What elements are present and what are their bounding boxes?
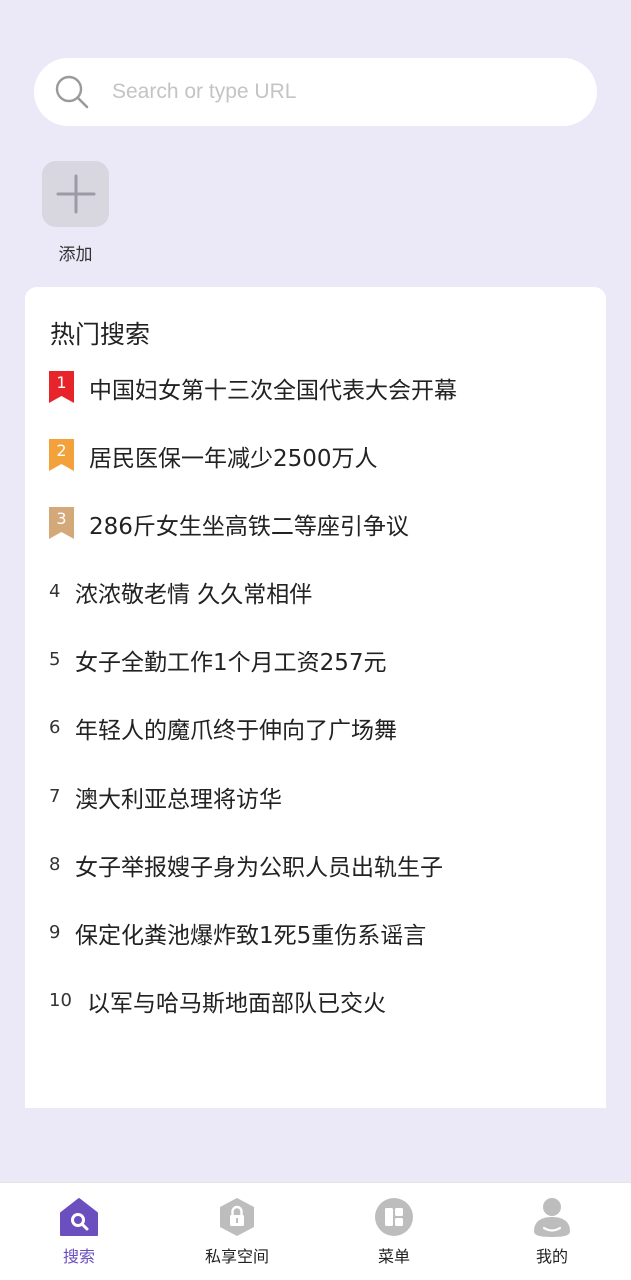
search-input[interactable] bbox=[112, 58, 572, 126]
hot-search-item[interactable]: 3 286斤女生坐高铁二等座引争议 bbox=[25, 503, 606, 547]
nav-search[interactable]: 搜索 bbox=[19, 1183, 139, 1280]
nav-label: 我的 bbox=[535, 1247, 568, 1266]
hot-search-item-text: 女子举报嫂子身为公职人员出轨生子 bbox=[75, 855, 443, 881]
rank-number: 6 bbox=[49, 717, 61, 738]
rank-number: 9 bbox=[49, 922, 61, 943]
search-icon bbox=[55, 75, 89, 109]
nav-me[interactable]: 我的 bbox=[492, 1183, 612, 1280]
nav-menu[interactable]: 菜单 bbox=[334, 1183, 454, 1280]
hot-search-item-text: 居民医保一年减少2500万人 bbox=[89, 446, 378, 472]
rank-badge-2: 2 bbox=[49, 439, 74, 471]
add-shortcut-label: 添加 bbox=[58, 245, 93, 265]
nav-label: 菜单 bbox=[377, 1247, 410, 1266]
hot-search-item[interactable]: 8 女子举报嫂子身为公职人员出轨生子 bbox=[25, 844, 606, 888]
rank-badge-3: 3 bbox=[49, 507, 74, 539]
hot-search-item[interactable]: 4 浓浓敬老情 久久常相伴 bbox=[25, 571, 606, 615]
rank-number: 5 bbox=[49, 649, 61, 670]
hot-search-item-text: 年轻人的魔爪终于伸向了广场舞 bbox=[75, 718, 397, 744]
rank-badge-1: 1 bbox=[49, 371, 74, 403]
rank-number: 4 bbox=[49, 581, 61, 602]
hot-search-item[interactable]: 7 澳大利亚总理将访华 bbox=[25, 776, 606, 820]
hot-search-item-text: 286斤女生坐高铁二等座引争议 bbox=[89, 514, 409, 540]
add-shortcut-button[interactable] bbox=[42, 161, 109, 227]
user-icon bbox=[534, 1198, 570, 1237]
bottom-nav: 搜索 私享空间 菜单 我的 bbox=[0, 1182, 631, 1280]
browser-home: 添加 热门搜索 1 中国妇女第十三次全国代表大会开幕 2 居民医保一年减少250… bbox=[0, 0, 631, 1280]
hot-search-item[interactable]: 2 居民医保一年减少2500万人 bbox=[25, 435, 606, 479]
lock-icon bbox=[220, 1198, 254, 1236]
hot-search-title: 热门搜索 bbox=[50, 320, 151, 349]
nav-label: 私享空间 bbox=[204, 1247, 269, 1266]
nav-label: 搜索 bbox=[62, 1247, 95, 1266]
hot-search-item-text: 保定化粪池爆炸致1死5重伤系谣言 bbox=[75, 923, 427, 949]
hot-search-item[interactable]: 9 保定化粪池爆炸致1死5重伤系谣言 bbox=[25, 912, 606, 956]
search-bar[interactable] bbox=[34, 58, 597, 126]
rank-number: 7 bbox=[49, 786, 61, 807]
hot-search-card: 热门搜索 1 中国妇女第十三次全国代表大会开幕 2 居民医保一年减少2500万人… bbox=[25, 287, 606, 1108]
hot-search-item-text: 以军与哈马斯地面部队已交火 bbox=[87, 991, 386, 1017]
hot-search-item-text: 女子全勤工作1个月工资257元 bbox=[75, 650, 387, 676]
hot-search-item-text: 中国妇女第十三次全国代表大会开幕 bbox=[89, 378, 457, 404]
hot-search-item[interactable]: 5 女子全勤工作1个月工资257元 bbox=[25, 639, 606, 683]
rank-number: 10 bbox=[49, 990, 72, 1011]
plus-icon bbox=[56, 174, 95, 214]
hot-search-item-text: 澳大利亚总理将访华 bbox=[75, 787, 282, 813]
nav-private-space[interactable]: 私享空间 bbox=[177, 1183, 297, 1280]
hot-search-item[interactable]: 10 以军与哈马斯地面部队已交火 bbox=[25, 980, 606, 1024]
rank-number: 8 bbox=[49, 854, 61, 875]
hot-search-item[interactable]: 1 中国妇女第十三次全国代表大会开幕 bbox=[25, 367, 606, 411]
menu-grid-icon bbox=[375, 1198, 413, 1236]
hot-search-item[interactable]: 6 年轻人的魔爪终于伸向了广场舞 bbox=[25, 707, 606, 751]
search-home-icon bbox=[60, 1198, 98, 1236]
hot-search-item-text: 浓浓敬老情 久久常相伴 bbox=[75, 582, 313, 608]
